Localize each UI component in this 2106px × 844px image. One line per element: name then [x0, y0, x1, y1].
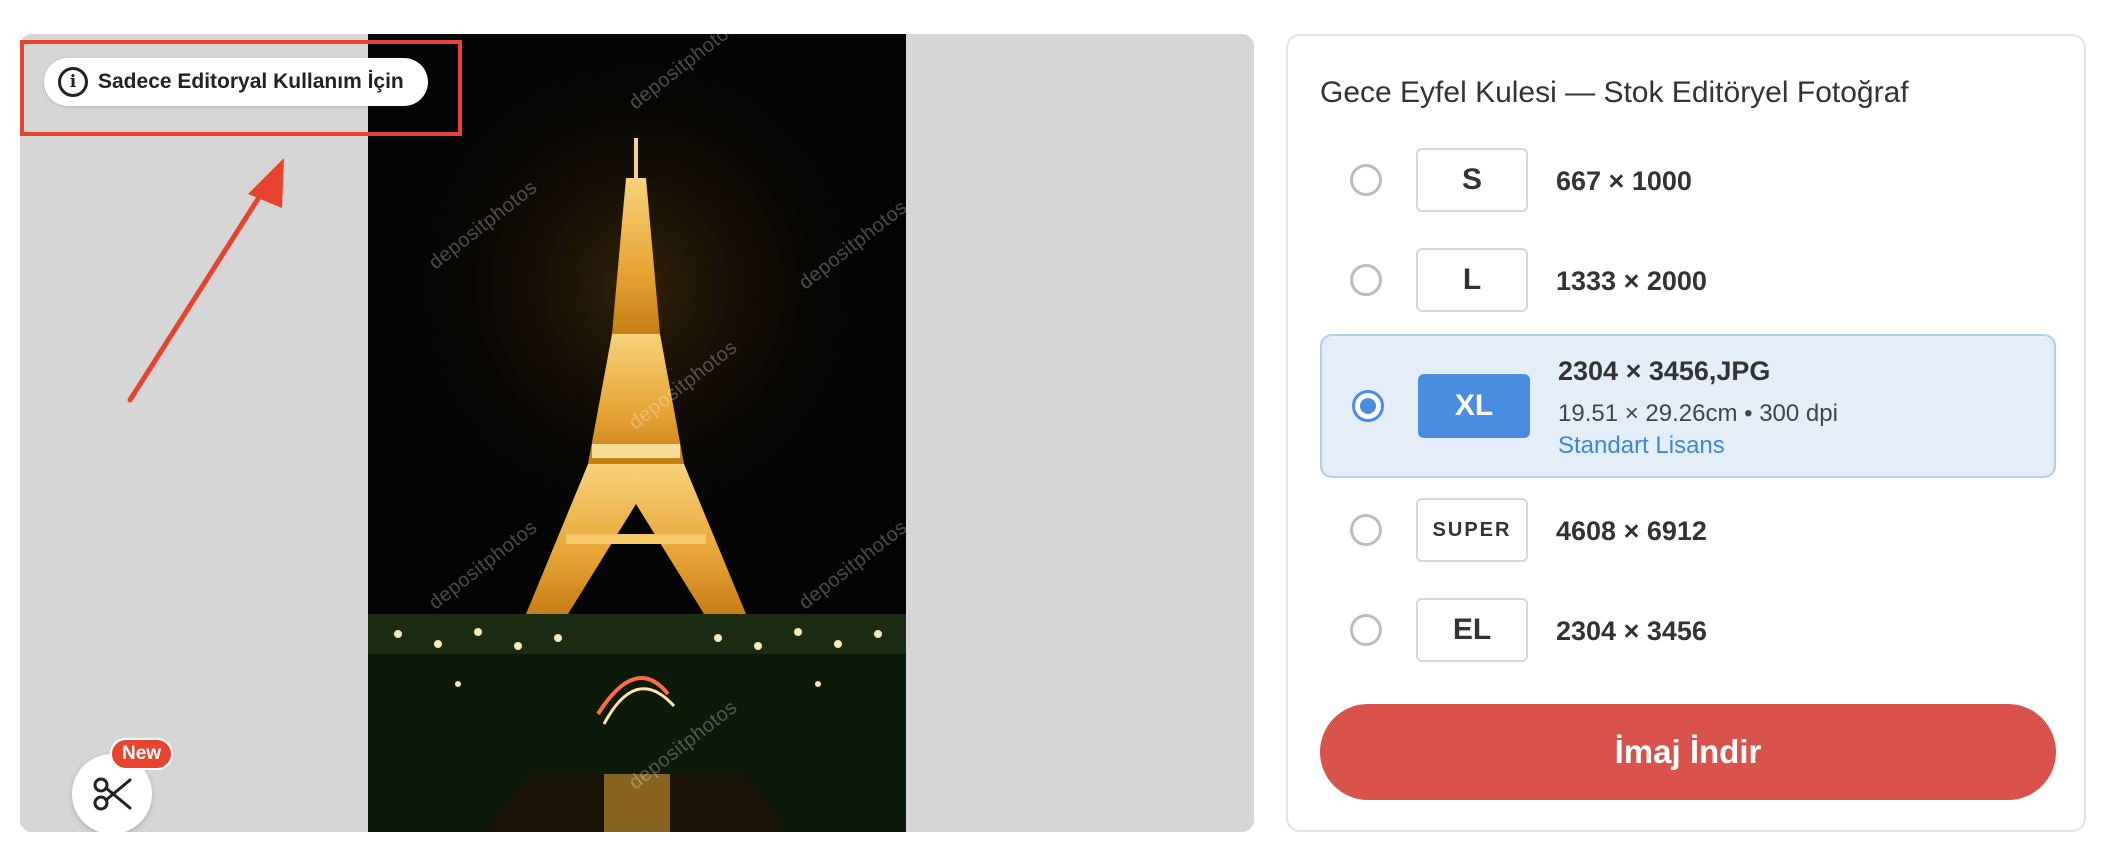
- size-dimensions-xl: 2304 × 3456,JPG: [1558, 356, 1771, 386]
- size-radio-super[interactable]: [1350, 514, 1382, 546]
- size-dimensions-l: 1333 × 2000: [1556, 266, 1707, 296]
- new-badge: New: [110, 738, 174, 770]
- size-radio-el[interactable]: [1350, 614, 1382, 646]
- editorial-use-badge: i Sadece Editoryal Kullanım İçin: [44, 58, 428, 106]
- size-option-super[interactable]: SUPER 4608 × 6912: [1320, 480, 2056, 580]
- license-size-panel: Gece Eyfel Kulesi — Stok Editöryel Fotoğ…: [1286, 34, 2086, 832]
- size-dimensions-el: 2304 × 3456: [1556, 616, 1707, 646]
- size-option-xl[interactable]: XL 2304 × 3456,JPG 19.51 × 29.26cm • 300…: [1320, 334, 2056, 478]
- size-code-s: S: [1416, 148, 1528, 212]
- size-radio-s[interactable]: [1350, 164, 1382, 196]
- size-code-el: EL: [1416, 598, 1528, 662]
- size-radio-xl[interactable]: [1352, 390, 1384, 422]
- license-link[interactable]: Standart Lisans: [1558, 432, 1725, 460]
- size-option-el[interactable]: EL 2304 × 3456: [1320, 580, 2056, 680]
- size-option-l[interactable]: L 1333 × 2000: [1320, 230, 2056, 330]
- scissors-icon: [93, 777, 132, 811]
- editorial-badge-label: Sadece Editoryal Kullanım İçin: [98, 70, 404, 93]
- size-dimensions-super: 4608 × 6912: [1556, 516, 1707, 546]
- download-image-button[interactable]: İmaj İndir: [1320, 704, 2056, 800]
- annotation-arrow: [127, 158, 284, 403]
- size-code-xl: XL: [1418, 374, 1530, 438]
- size-radio-l[interactable]: [1350, 264, 1382, 296]
- size-option-s[interactable]: S 667 × 1000: [1320, 130, 2056, 230]
- size-dimensions-s: 667 × 1000: [1556, 166, 1692, 196]
- size-code-l: L: [1416, 248, 1528, 312]
- size-print-info-xl: 19.51 × 29.26cm • 300 dpi: [1558, 400, 1838, 427]
- page-title: Gece Eyfel Kulesi — Stok Editöryel Fotoğ…: [1320, 76, 1909, 109]
- eiffel-tower-photo[interactable]: depositphotos depositphotos depositphoto…: [368, 34, 906, 832]
- info-icon: i: [58, 67, 88, 97]
- size-code-super: SUPER: [1416, 498, 1528, 562]
